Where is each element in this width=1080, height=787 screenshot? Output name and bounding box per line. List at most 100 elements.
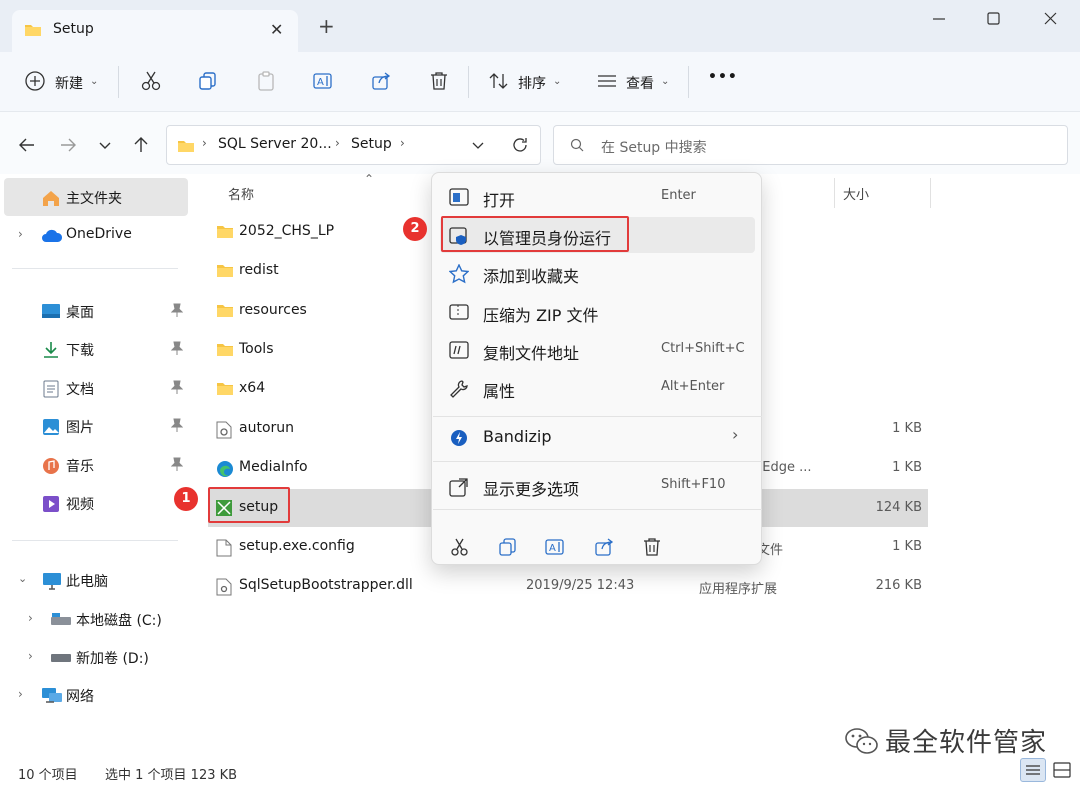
sort-icon[interactable] — [488, 70, 510, 92]
copy-icon[interactable] — [498, 537, 518, 557]
file-row[interactable]: SqlSetupBootstrapper.dll 2019/9/25 12:43… — [208, 567, 928, 605]
column-divider — [930, 178, 931, 208]
folder-icon — [216, 224, 234, 240]
column-divider — [834, 178, 835, 208]
cloud-icon — [41, 229, 63, 243]
menu-label: 添加到收藏夹 — [483, 267, 580, 286]
menu-item-compress-zip[interactable]: 压缩为 ZIP 文件 — [440, 294, 755, 330]
expand-chevron-icon[interactable]: › — [18, 227, 23, 241]
view-icon[interactable] — [596, 70, 618, 92]
nav-label: 图片 — [66, 420, 94, 436]
close-window-button[interactable] — [1030, 8, 1070, 30]
expand-chevron-icon[interactable]: › — [18, 687, 23, 701]
maximize-button[interactable] — [974, 8, 1014, 30]
cut-icon[interactable] — [140, 70, 162, 92]
details-view-button[interactable] — [1020, 758, 1046, 782]
file-name: x64 — [239, 380, 266, 396]
nav-item-this-pc[interactable]: ⌄ 此电脑 — [0, 561, 188, 599]
share-icon[interactable] — [370, 70, 392, 92]
tab-setup[interactable]: Setup ✕ — [12, 10, 298, 52]
new-tab-button[interactable]: + — [318, 16, 335, 36]
file-name: MediaInfo — [239, 459, 308, 475]
recent-locations-chevron-icon[interactable] — [97, 137, 113, 153]
toolbar-separator — [118, 66, 119, 98]
pin-icon[interactable] — [171, 341, 183, 355]
nav-item-pictures[interactable]: 图片 — [0, 407, 188, 445]
tiles-view-button[interactable] — [1052, 760, 1072, 780]
copy-icon[interactable] — [197, 70, 219, 92]
search-box[interactable]: 在 Setup 中搜索 — [553, 125, 1068, 165]
chevron-down-icon: ⌄ — [661, 76, 670, 87]
svg-text:A: A — [549, 543, 556, 554]
file-name: 2052_CHS_LP — [239, 223, 335, 239]
nav-item-music[interactable]: 音乐 — [0, 446, 188, 484]
nav-item-home[interactable]: 主文件夹 — [4, 178, 188, 216]
close-tab-icon[interactable]: ✕ — [270, 20, 283, 39]
new-button-label[interactable]: 新建 — [55, 73, 83, 93]
rename-icon[interactable]: A — [545, 537, 565, 557]
music-icon — [42, 457, 60, 475]
rename-icon[interactable]: A — [312, 70, 334, 92]
computer-icon — [42, 572, 62, 590]
breadcrumb-setup[interactable]: Setup — [351, 136, 392, 152]
menu-shortcut: Alt+Enter — [661, 379, 725, 394]
back-arrow-icon[interactable] — [17, 135, 37, 155]
menu-label: 显示更多选项 — [483, 480, 580, 499]
collapse-chevron-icon[interactable]: ⌄ — [18, 572, 27, 585]
nav-item-documents[interactable]: 文档 — [0, 369, 188, 407]
nav-item-drive-d[interactable]: › 新加卷 (D:) — [0, 638, 188, 676]
breadcrumb-sql-server[interactable]: SQL Server 20... — [218, 136, 332, 152]
folder-icon — [216, 263, 234, 279]
expand-chevron-icon[interactable]: › — [28, 649, 33, 663]
menu-item-bandizip[interactable]: Bandizip › — [440, 419, 755, 455]
forward-arrow-icon[interactable] — [58, 135, 78, 155]
nav-label: 下载 — [66, 343, 94, 359]
menu-item-copy-path[interactable]: 复制文件地址 Ctrl+Shift+C — [440, 332, 755, 368]
menu-item-more-options[interactable]: 显示更多选项 Shift+F10 — [440, 468, 755, 504]
column-header-name[interactable]: 名称 — [228, 184, 254, 203]
nav-item-downloads[interactable]: 下载 — [0, 330, 188, 368]
folder-icon — [24, 22, 42, 38]
file-name: SqlSetupBootstrapper.dll — [239, 577, 413, 593]
nav-item-network[interactable]: › 网络 — [0, 676, 188, 714]
pin-icon[interactable] — [171, 457, 183, 471]
nav-item-drive-c[interactable]: › 本地磁盘 (C:) — [0, 600, 188, 638]
config-file-icon — [216, 539, 232, 557]
cut-icon[interactable] — [450, 537, 470, 557]
refresh-icon[interactable] — [510, 135, 530, 155]
sort-ascending-icon: ⌃ — [364, 172, 375, 186]
desktop-icon — [41, 303, 61, 319]
sort-button-label[interactable]: 排序 — [518, 73, 546, 93]
status-item-count: 10 个项目 — [18, 768, 78, 783]
view-button-label[interactable]: 查看 — [626, 73, 654, 93]
menu-label: 复制文件地址 — [483, 344, 580, 363]
menu-shortcut: Shift+F10 — [661, 477, 726, 492]
share-icon[interactable] — [594, 537, 614, 557]
pin-icon[interactable] — [171, 418, 183, 432]
folder-icon — [216, 381, 234, 397]
folder-icon — [177, 138, 195, 154]
nav-item-videos[interactable]: 视频 — [0, 484, 188, 522]
pin-icon[interactable] — [171, 380, 183, 394]
nav-item-onedrive[interactable]: › OneDrive — [0, 216, 188, 254]
paste-icon[interactable] — [255, 70, 277, 92]
pin-icon[interactable] — [171, 303, 183, 317]
nav-label: 视频 — [66, 497, 94, 513]
delete-icon[interactable] — [642, 537, 662, 557]
menu-item-properties[interactable]: 属性 Alt+Enter — [440, 370, 755, 406]
address-bar[interactable]: › SQL Server 20... › Setup › — [166, 125, 541, 165]
expand-chevron-icon[interactable]: › — [28, 611, 33, 625]
nav-item-desktop[interactable]: 桌面 — [0, 292, 188, 330]
minimize-button[interactable] — [918, 8, 958, 30]
delete-icon[interactable] — [428, 70, 450, 92]
up-arrow-icon[interactable] — [131, 135, 151, 155]
menu-item-add-favorite[interactable]: 添加到收藏夹 — [440, 255, 755, 291]
menu-shortcut: Ctrl+Shift+C — [661, 341, 745, 356]
menu-item-open[interactable]: 打开 Enter — [440, 179, 755, 215]
new-plus-icon[interactable] — [24, 70, 46, 92]
dll-file-icon — [216, 578, 232, 596]
column-header-size[interactable]: 大小 — [843, 184, 869, 203]
file-size: 1 KB — [892, 539, 922, 554]
more-options-icon[interactable]: ••• — [708, 69, 738, 85]
address-dropdown-icon[interactable] — [470, 137, 486, 153]
